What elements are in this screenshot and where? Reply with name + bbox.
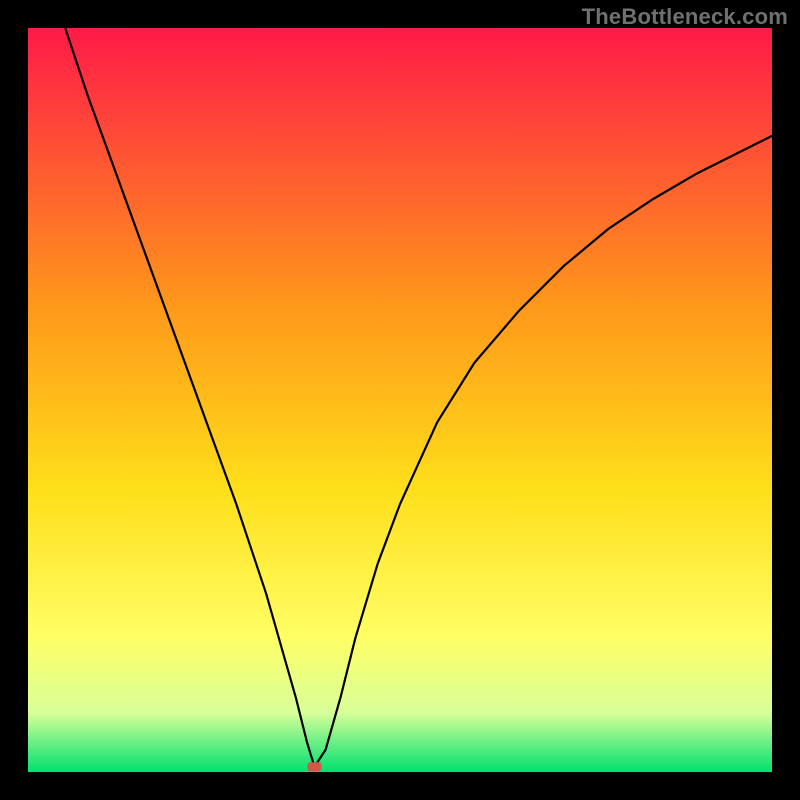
watermark-text: TheBottleneck.com: [582, 4, 788, 30]
plot-background: [28, 28, 772, 772]
optimal-marker: [307, 762, 321, 771]
chart-container: TheBottleneck.com: [0, 0, 800, 800]
bottleneck-chart: [0, 0, 800, 800]
